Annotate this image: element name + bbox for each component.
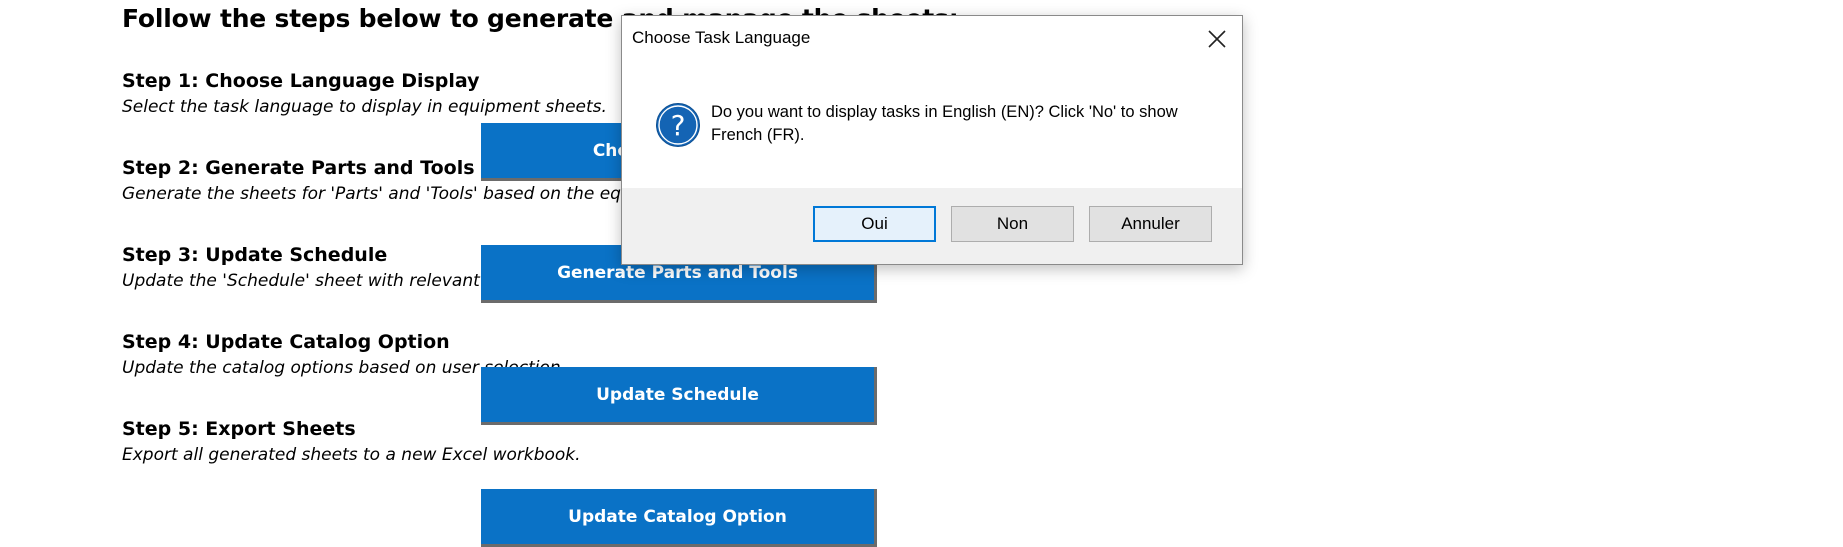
choose-task-language-dialog: Choose Task Language ? Do you want to di…: [621, 15, 1243, 265]
yes-button[interactable]: Oui: [813, 206, 936, 242]
close-icon: [1208, 30, 1226, 48]
step-description: Export all generated sheets to a new Exc…: [122, 445, 581, 465]
step-3: Step 3: Update Schedule Update the 'Sche…: [122, 243, 529, 292]
dialog-message: Do you want to display tasks in English …: [711, 103, 1178, 144]
step-title: Step 1: Choose Language Display: [122, 70, 480, 92]
step-description: Generate the sheets for 'Parts' and 'Too…: [122, 184, 698, 204]
close-button[interactable]: [1200, 24, 1234, 54]
step-description: Update the 'Schedule' sheet with relevan…: [122, 271, 529, 291]
step-description: Select the task language to display in e…: [122, 97, 607, 117]
cancel-button[interactable]: Annuler: [1089, 206, 1212, 242]
question-icon: ?: [656, 103, 700, 147]
step-1: Step 1: Choose Language Display Select t…: [122, 69, 607, 118]
update-catalog-option-button[interactable]: Update Catalog Option: [481, 489, 877, 547]
dialog-title: Choose Task Language: [632, 28, 811, 47]
no-button[interactable]: Non: [951, 206, 1074, 242]
step-title: Step 4: Update Catalog Option: [122, 331, 450, 353]
update-schedule-button[interactable]: Update Schedule: [481, 367, 877, 425]
svg-text:?: ?: [671, 109, 686, 142]
step-title: Step 3: Update Schedule: [122, 244, 388, 266]
